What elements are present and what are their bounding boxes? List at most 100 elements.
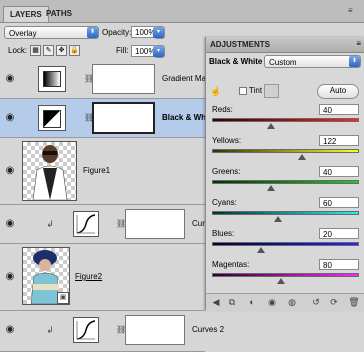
slider-value-field[interactable]: 60 <box>319 197 359 208</box>
preset-select[interactable]: Custom ⬍ <box>264 55 361 68</box>
slider-track[interactable] <box>212 149 359 153</box>
layer-mask-thumbnail[interactable] <box>125 209 185 239</box>
opacity-dropdown[interactable]: ▾ <box>153 26 165 39</box>
opacity-field[interactable]: 100% <box>131 26 155 38</box>
slider-handle[interactable] <box>256 247 265 253</box>
figure1-thumbnail <box>22 141 77 201</box>
layer-row-gradient-map[interactable]: ◉ ⛓ Gradient Map <box>0 60 210 99</box>
chevron-down-icon: ▾ <box>153 27 164 38</box>
tint-label: Tint <box>249 86 263 95</box>
eye-icon[interactable]: ◉ <box>3 217 17 231</box>
figure2-thumbnail: ▣ <box>22 247 70 305</box>
layer-row-black-white[interactable]: ◉ ⛓ Black & White <box>0 99 215 138</box>
layer-mask-thumbnail[interactable] <box>92 102 155 134</box>
slider-value-field[interactable]: 40 <box>319 104 359 115</box>
eye-icon[interactable]: ◉ <box>3 164 17 178</box>
layer-row-curves[interactable]: ◉ ↲ ⛓ Curves <box>0 205 217 244</box>
blend-mode-value: Overlay <box>9 29 37 38</box>
gradient-map-icon <box>38 66 66 92</box>
clipping-arrow-icon: ↲ <box>46 325 54 335</box>
lock-paint-icon[interactable]: ✎ <box>43 45 54 56</box>
clip-to-layer-icon[interactable]: ◐ <box>246 296 258 308</box>
tint-checkbox[interactable] <box>239 87 247 95</box>
slider-label: Magentas: <box>212 260 250 269</box>
targeted-adjust-hand-icon[interactable]: ☝ <box>210 85 222 97</box>
slider-handle[interactable] <box>277 278 286 284</box>
slider-track[interactable] <box>212 180 359 184</box>
opacity-label: Opacity: <box>102 28 132 37</box>
link-icon[interactable]: ⛓ <box>116 324 126 336</box>
lock-move-icon[interactable]: ✥ <box>56 45 67 56</box>
slider-value-field[interactable]: 80 <box>319 259 359 270</box>
panel-menu-icon[interactable]: ≡ <box>348 6 358 15</box>
reset-icon[interactable]: ↺ <box>310 296 322 308</box>
lock-label: Lock: <box>8 46 28 55</box>
eye-icon[interactable]: ◉ <box>3 323 17 337</box>
link-icon[interactable]: ⛓ <box>84 112 94 124</box>
lock-all-icon[interactable]: 🔒 <box>69 45 80 56</box>
link-icon[interactable]: ⛓ <box>116 218 126 230</box>
slider-track[interactable] <box>212 273 359 277</box>
black-white-icon <box>38 105 66 131</box>
slider-track[interactable] <box>212 211 359 215</box>
curves-graph-icon <box>76 214 96 234</box>
curves-graph-icon <box>76 320 96 340</box>
trash-icon[interactable]: 🗑 <box>348 296 360 308</box>
curves-icon <box>73 211 99 237</box>
fill-label: Fill: <box>116 46 129 55</box>
chevron-down-icon: ▾ <box>153 46 164 57</box>
eye-icon[interactable]: ◉ <box>3 72 17 86</box>
link-icon[interactable]: ⛓ <box>84 73 94 85</box>
layer-row-figure2[interactable]: ◉ ▣ Figure2 <box>0 244 205 311</box>
slider-label: Reds: <box>212 105 233 114</box>
chevron-down-icon: ⬍ <box>87 27 98 38</box>
adjustments-header[interactable]: ADJUSTMENTS ≡ <box>206 37 364 53</box>
layer-mask-thumbnail[interactable] <box>125 315 185 345</box>
layer-mask-thumbnail[interactable] <box>92 64 155 94</box>
smart-object-icon: ▣ <box>57 292 69 304</box>
layer-row-curves-2[interactable]: ◉ ↲ ⛓ Curves 2 <box>0 311 224 352</box>
person-figure-image <box>32 145 68 201</box>
slider-label: Blues: <box>212 229 235 238</box>
clipping-arrow-icon: ↲ <box>46 219 54 229</box>
preset-value: Custom <box>269 58 297 67</box>
eye-icon[interactable]: ◉ <box>3 111 17 125</box>
lock-transparent-icon[interactable]: ▦ <box>30 45 41 56</box>
slider-label: Greens: <box>212 167 241 176</box>
layer-name: Gradient Map <box>162 74 211 83</box>
fill-field[interactable]: 100% <box>131 45 155 57</box>
slider-label: Cyans: <box>212 198 237 207</box>
layer-name: Figure1 <box>83 166 111 175</box>
slider-value-field[interactable]: 40 <box>319 166 359 177</box>
reset-default-icon[interactable]: ⟳ <box>328 296 340 308</box>
expand-view-icon[interactable]: ⧉ <box>226 296 238 308</box>
slider-track[interactable] <box>212 118 359 122</box>
layer-name: Figure2 <box>75 272 103 281</box>
slider-handle[interactable] <box>297 154 306 160</box>
slider-value-field[interactable]: 122 <box>319 135 359 146</box>
blend-mode-select[interactable]: Overlay ⬍ <box>4 26 99 39</box>
fill-dropdown[interactable]: ▾ <box>153 45 165 58</box>
tint-color-swatch[interactable] <box>264 84 279 98</box>
slider-value-field[interactable]: 20 <box>319 228 359 239</box>
slider-handle[interactable] <box>266 123 275 129</box>
back-arrow-icon[interactable]: ◀ <box>210 296 222 308</box>
slider-handle[interactable] <box>274 216 283 222</box>
layer-row-figure1[interactable]: ◉ Figure1 <box>0 138 205 205</box>
auto-button[interactable]: Auto <box>317 84 359 99</box>
slider-track[interactable] <box>212 242 359 246</box>
adjustments-footer: ◀ ⧉ ◐ ◉ ◍ ↺ ⟳ 🗑 <box>206 293 364 311</box>
chevron-down-icon: ⬍ <box>349 56 360 67</box>
slider-handle[interactable] <box>266 185 275 191</box>
adjustments-title: ADJUSTMENTS <box>210 40 271 49</box>
panel-tab-bar: LAYERS PATHS ≡ <box>0 0 364 23</box>
adjustments-panel: ADJUSTMENTS ≡ Black & White Custom ⬍ ☝ T… <box>205 37 364 311</box>
layer-name: Curves 2 <box>192 325 225 334</box>
eye-icon[interactable]: ◉ <box>3 270 17 284</box>
panel-menu-icon[interactable]: ≡ <box>356 39 361 48</box>
visibility-icon[interactable]: ◉ <box>266 296 278 308</box>
adjustment-name: Black & White <box>209 57 263 66</box>
slider-label: Yellows: <box>212 136 242 145</box>
view-previous-icon[interactable]: ◍ <box>286 296 298 308</box>
tab-paths[interactable]: PATHS <box>40 6 78 21</box>
